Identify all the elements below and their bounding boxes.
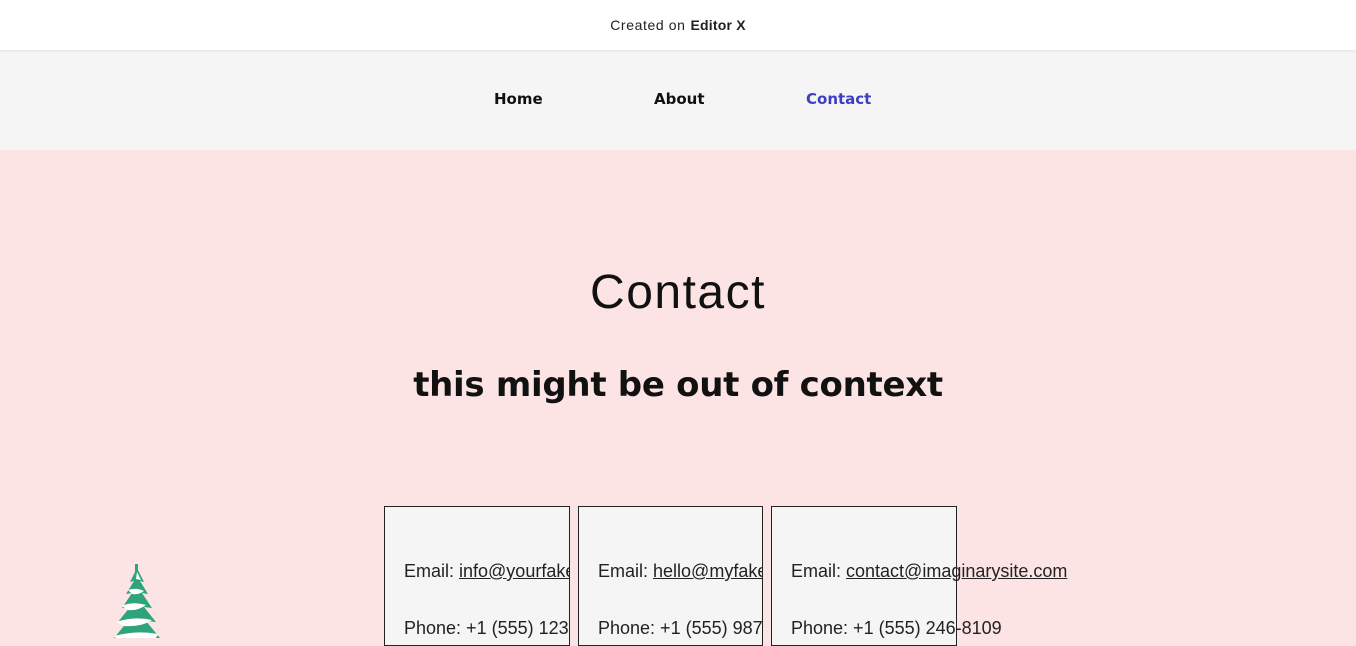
- pine-tree-icon: [114, 564, 160, 638]
- email-line: Email: contact@imaginarysite.com: [791, 561, 1067, 582]
- main-navigation: Home About Contact: [0, 50, 1356, 150]
- page-subtitle: this might be out of context: [413, 365, 943, 405]
- email-label: Email:: [598, 561, 654, 581]
- email-label: Email:: [791, 561, 847, 581]
- email-link[interactable]: hello@myfakewebsite.com: [653, 561, 762, 581]
- nav-link-contact[interactable]: Contact: [806, 90, 871, 108]
- banner-brand: Editor X: [690, 17, 746, 33]
- nav-link-about[interactable]: About: [654, 90, 705, 108]
- email-line: Email: info@yourfakewebsite.com: [404, 561, 569, 582]
- email-line: Email: hello@myfakewebsite.com: [598, 561, 762, 582]
- banner-prefix: Created on: [610, 17, 686, 33]
- contact-card: Email: hello@myfakewebsite.com Phone: +1…: [578, 506, 763, 646]
- editor-x-banner[interactable]: Created on Editor X: [0, 0, 1356, 50]
- email-label: Email:: [404, 561, 460, 581]
- page-title: Contact: [590, 266, 766, 319]
- contact-card: Email: info@yourfakewebsite.com Phone: +…: [384, 506, 570, 646]
- nav-link-home[interactable]: Home: [494, 90, 543, 108]
- email-link[interactable]: contact@imaginarysite.com: [846, 561, 1067, 581]
- contact-card: Email: contact@imaginarysite.com Phone: …: [771, 506, 1067, 646]
- email-link[interactable]: info@yourfakewebsite.com: [459, 561, 569, 581]
